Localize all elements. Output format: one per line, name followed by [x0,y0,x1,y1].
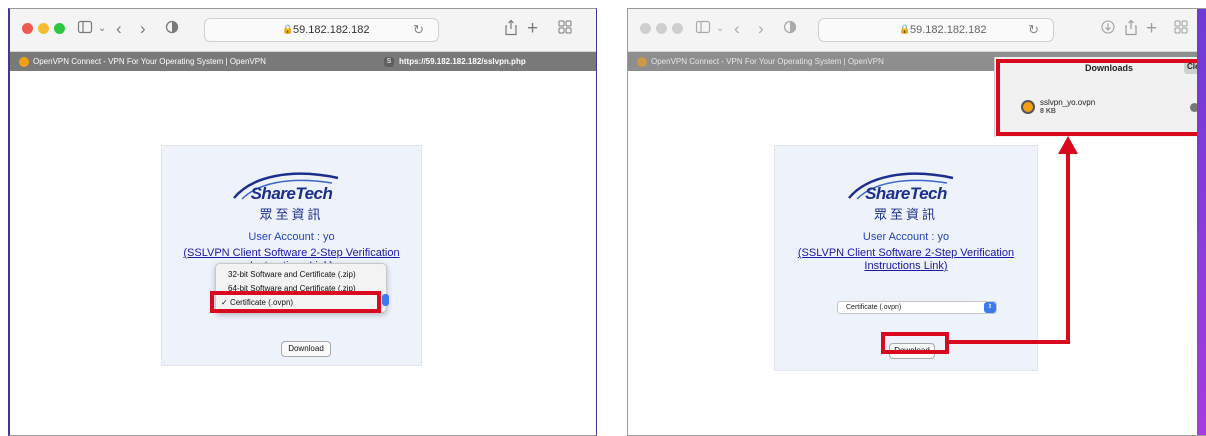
brand-name: ShareTech [865,184,947,203]
tab-bar: OpenVPN Connect - VPN For Your Operating… [10,52,596,71]
lock-icon: 🔒 [899,24,911,34]
share-icon[interactable] [1124,19,1138,41]
privacy-shield-icon[interactable] [165,19,179,40]
share-icon[interactable] [504,19,518,41]
minimize-window-button[interactable] [38,23,49,34]
select-value: Certificate (.ovpn) [846,304,902,311]
select-caret-icon[interactable] [382,294,389,306]
address-bar[interactable]: 🔒 59.182.182.182 ↻ [818,18,1054,42]
tab-sslvpn[interactable]: Shttps://59.182.182.182/sslvpn.php [384,52,526,71]
plus-icon[interactable]: + [527,19,538,39]
brand-name-cn: 眾至資訊 [873,208,938,223]
tab-title: https://59.182.182.182/sslvpn.php [399,57,526,66]
instructions-link-line1[interactable]: (SSLVPN Client Software 2-Step Verificat… [775,247,1037,260]
brand-name: ShareTech [250,184,333,203]
connector-line [949,340,1070,344]
url-text: 59.182.182.182 [910,24,987,36]
user-account: User Account : yo [248,231,335,243]
openvpn-favicon-icon [637,56,647,67]
instructions-link-line2[interactable]: Instructions Link) [775,260,1037,273]
connector-line [1066,151,1070,344]
highlight-box [881,332,949,354]
zoom-window-button[interactable] [54,23,65,34]
sidebar-icon[interactable] [695,19,711,40]
minimize-window-button[interactable] [656,23,667,34]
select-caret-icon[interactable]: ⇕ [984,302,996,313]
tab-overview-icon[interactable] [1174,19,1188,39]
forward-icon[interactable]: › [140,19,146,39]
back-icon[interactable]: ‹ [734,19,740,39]
site-badge-icon: S [384,56,394,67]
chevron-down-icon[interactable]: ⌄ [716,19,724,39]
arrow-up-icon [1058,136,1078,154]
logo: ShareTech 眾至資訊 [162,184,421,223]
back-icon[interactable]: ‹ [116,19,122,39]
user-account: User Account : yo [862,231,950,243]
address-bar[interactable]: 🔒 59.182.182.182 ↻ [204,18,439,42]
downloads-icon[interactable] [1101,19,1115,39]
url-text: 59.182.182.182 [293,24,370,36]
forward-icon[interactable]: › [758,19,764,39]
reload-icon[interactable]: ↻ [1028,22,1039,38]
sidebar-icon[interactable] [77,19,93,40]
tab-overview-icon[interactable] [558,19,572,39]
browser-window-right: ⌄ ‹ › 🔒 59.182.182.182 ↻ + OpenVPN Conne… [627,8,1206,436]
file-type-select[interactable]: Certificate (.ovpn) ⇕ [837,301,997,314]
highlight-box [210,291,381,313]
close-window-button[interactable] [22,23,33,34]
tab-openvpn[interactable]: OpenVPN Connect - VPN For Your Operating… [637,52,884,71]
browser-window-left: ⌄ ‹ › 🔒 59.182.182.182 ↻ + OpenVPN Conne… [8,8,597,436]
chevron-down-icon[interactable]: ⌄ [98,19,106,39]
lock-icon: 🔒 [282,24,294,34]
download-button[interactable]: Download [281,341,331,357]
openvpn-favicon-icon [19,56,29,67]
tab-title: OpenVPN Connect - VPN For Your Operating… [651,57,884,66]
plus-icon[interactable]: + [1146,19,1157,39]
close-window-button[interactable] [640,23,651,34]
browser-toolbar: ⌄ ‹ › 🔒 59.182.182.182 ↻ + [628,9,1206,52]
instructions-link-line1[interactable]: (SSLVPN Client Software 2-Step Verificat… [162,247,421,260]
zoom-window-button[interactable] [672,23,683,34]
sslvpn-panel: ShareTech 眾至資訊 User Account : yo (SSLVPN… [161,145,422,366]
logo: ShareTech 眾至資訊 [775,184,1037,223]
highlight-box [996,59,1206,136]
browser-toolbar: ⌄ ‹ › 🔒 59.182.182.182 ↻ + [10,9,596,52]
reload-icon[interactable]: ↻ [413,22,424,38]
privacy-shield-icon[interactable] [783,19,797,40]
brand-name-cn: 眾至資訊 [259,208,324,223]
tab-title: OpenVPN Connect - VPN For Your Operating… [33,57,266,66]
tab-openvpn[interactable]: OpenVPN Connect - VPN For Your Operating… [19,52,266,71]
option-32bit-zip[interactable]: 32-bit Software and Certificate (.zip) [228,270,356,279]
instructions-link[interactable]: (SSLVPN Client Software 2-Step Verificat… [775,247,1037,273]
